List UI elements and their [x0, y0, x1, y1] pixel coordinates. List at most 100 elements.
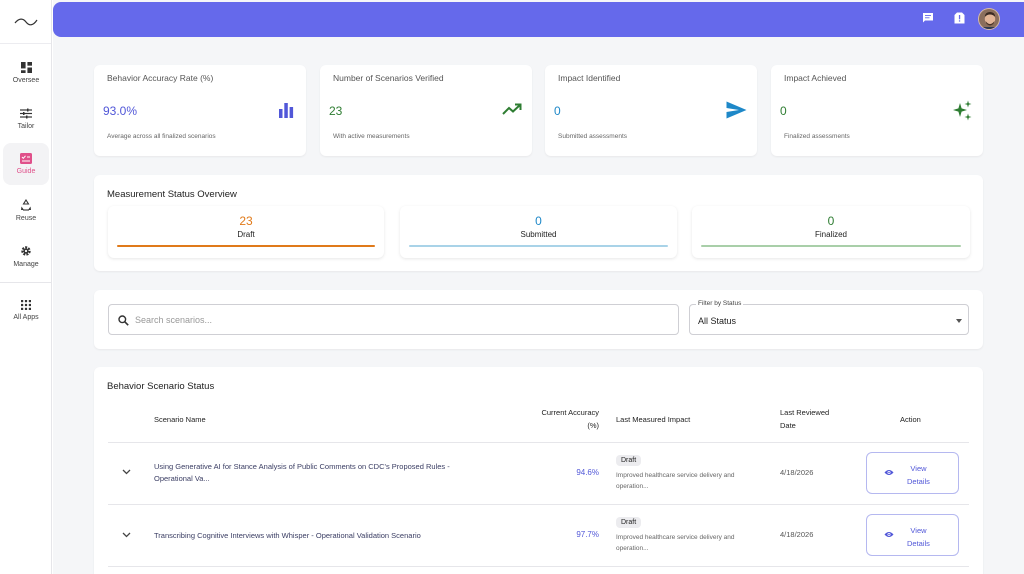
status-badge: Draft	[616, 455, 642, 466]
view-details-label: View Details	[907, 524, 930, 550]
view-details-button[interactable]: View Details	[866, 452, 959, 494]
column-header-accuracy: Current Accuracy (%)	[514, 406, 599, 432]
sidebar-item-reuse[interactable]: Reuse	[3, 189, 49, 231]
search-filter-card: Search scenarios... Filter by Status All…	[94, 290, 983, 349]
top-app-bar	[53, 2, 1024, 37]
row-divider	[108, 566, 969, 567]
measurement-submitted: 0 Submitted	[400, 206, 677, 258]
stat-card-impact-identified: Impact Identified 0 Submitted assessment…	[545, 65, 757, 156]
column-header-date: Last Reviewed Date	[780, 406, 829, 432]
stat-subtitle: Average across all finalized scenarios	[107, 133, 216, 140]
sidebar-item-label: All Apps	[13, 313, 39, 321]
user-avatar-image	[979, 9, 999, 29]
wave-logo-icon	[14, 18, 37, 25]
alert-icon[interactable]	[954, 12, 965, 24]
checklist-icon	[20, 153, 32, 164]
table-title: Behavior Scenario Status	[107, 381, 215, 392]
measurement-title: Measurement Status Overview	[107, 189, 237, 200]
sidebar-item-label: Manage	[13, 260, 39, 268]
impact-line: Improved healthcare service delivery and	[616, 472, 735, 479]
scenario-name-line: Using Generative AI for Stance Analysis …	[154, 462, 450, 471]
sidebar-item-tailor[interactable]: Tailor	[3, 98, 49, 140]
stat-title: Impact Identified	[558, 73, 621, 83]
measurement-value: 23	[239, 214, 253, 228]
status-filter-select[interactable]: Filter by Status All Status	[689, 300, 969, 335]
sidebar-item-label: Tailor	[17, 123, 35, 130]
scenario-name[interactable]: Using Generative AI for Stance Analysis …	[154, 461, 504, 485]
sidebar-item-manage[interactable]: Manage	[3, 235, 49, 277]
sidebar-item-all-apps[interactable]: All Apps	[3, 289, 49, 331]
filter-value: All Status	[698, 316, 737, 326]
stat-value: 23	[329, 104, 343, 118]
scenario-table-card: Behavior Scenario Status Scenario Name C…	[94, 367, 983, 574]
chevron-down-icon	[956, 319, 962, 323]
measurement-draft: 23 Draft	[108, 206, 384, 258]
stat-title: Number of Scenarios Verified	[333, 73, 444, 83]
measurement-value: 0	[535, 214, 542, 228]
column-header-name: Scenario Name	[154, 415, 206, 424]
recycle-icon	[21, 198, 31, 211]
sidebar-divider	[0, 282, 52, 283]
impact-text: Improved healthcare service delivery and…	[616, 532, 761, 554]
stat-subtitle: Finalized assessments	[784, 133, 850, 140]
stat-card-impact-achieved: Impact Achieved 0 Finalized assessments	[771, 65, 983, 156]
measurement-bar	[409, 245, 668, 247]
search-icon	[118, 315, 129, 326]
button-text-line: View	[910, 464, 927, 473]
apps-grid-icon	[21, 299, 31, 310]
header-divider	[108, 442, 969, 443]
header-line: (%)	[587, 421, 599, 430]
measurement-value: 0	[827, 214, 835, 228]
stat-card-accuracy: Behavior Accuracy Rate (%) 93.0% Average…	[94, 65, 306, 156]
sparkle-icon	[953, 100, 972, 121]
filter-label: Filter by Status	[696, 300, 744, 307]
sidebar-item-label: Reuse	[15, 214, 37, 222]
impact-line: operation...	[616, 483, 649, 490]
stat-title: Behavior Accuracy Rate (%)	[107, 73, 214, 83]
stat-value: 0	[554, 104, 561, 118]
stat-value: 93.0%	[103, 104, 138, 118]
sidebar: Oversee Tailor Guide Reuse Manage All Ap…	[0, 0, 52, 574]
main-content: Behavior Accuracy Rate (%) 93.0% Average…	[53, 0, 1024, 574]
row-divider	[108, 504, 969, 505]
eye-icon	[884, 470, 894, 475]
dashboard-icon	[20, 62, 32, 73]
stat-subtitle: Submitted assessments	[558, 133, 628, 140]
header-line: Current Accuracy	[541, 408, 599, 417]
send-icon	[726, 101, 747, 119]
sidebar-item-guide[interactable]: Guide	[3, 143, 49, 185]
view-details-label: View Details	[907, 462, 930, 488]
header-line: Date	[780, 421, 796, 430]
expand-row-chevron-icon[interactable]	[122, 532, 131, 538]
user-avatar[interactable]	[978, 8, 1000, 30]
review-date: 4/18/2026	[780, 468, 814, 477]
chat-icon[interactable]	[922, 12, 934, 24]
measurement-bar	[701, 245, 961, 247]
measurement-label: Finalized	[814, 230, 847, 239]
review-date: 4/18/2026	[780, 530, 814, 539]
sidebar-item-label: Oversee	[12, 77, 40, 84]
measurement-status-card: Measurement Status Overview 23 Draft 0 S…	[94, 175, 983, 271]
search-input[interactable]: Search scenarios...	[108, 304, 679, 335]
impact-text: Improved healthcare service delivery and…	[616, 470, 761, 492]
impact-line: operation...	[616, 545, 649, 552]
header-line: Last Reviewed	[780, 408, 830, 417]
measurement-bar	[117, 245, 375, 247]
sidebar-item-label: Guide	[16, 168, 36, 175]
eye-icon	[884, 532, 894, 537]
measurement-finalized: 0 Finalized	[692, 206, 970, 258]
measurement-label: Draft	[237, 230, 255, 239]
button-text-line: Details	[907, 539, 930, 548]
accuracy-value: 94.6%	[576, 468, 599, 477]
gear-icon	[21, 245, 31, 256]
sliders-icon	[20, 108, 32, 119]
app-logo[interactable]	[0, 0, 51, 44]
sidebar-item-oversee[interactable]: Oversee	[3, 52, 49, 94]
expand-row-chevron-icon[interactable]	[122, 469, 131, 475]
search-placeholder: Search scenarios...	[135, 315, 213, 325]
scenario-name[interactable]: Transcribing Cognitive Interviews with W…	[154, 530, 504, 542]
impact-line: Improved healthcare service delivery and	[616, 534, 735, 541]
status-badge: Draft	[616, 517, 642, 528]
view-details-button[interactable]: View Details	[866, 514, 959, 556]
accuracy-value: 97.7%	[576, 530, 599, 539]
